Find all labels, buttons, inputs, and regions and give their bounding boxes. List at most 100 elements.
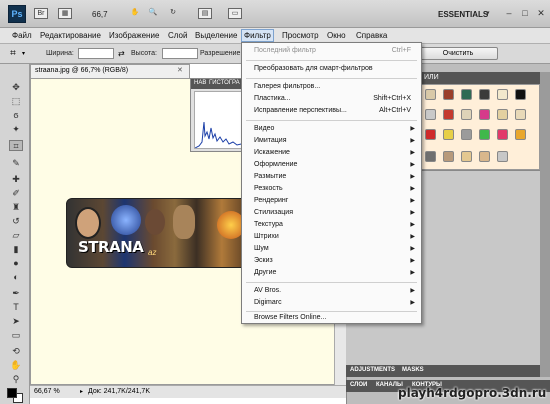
- 3d-rotate-tool-icon[interactable]: ⟲: [9, 346, 23, 357]
- crop-tool-button-icon[interactable]: ⌗: [9, 140, 23, 151]
- eraser-tool-icon[interactable]: ▱: [9, 230, 23, 241]
- zoom-tool-button-icon[interactable]: ⚲: [9, 374, 23, 385]
- menu-item-blur[interactable]: Размытие ▶: [242, 171, 421, 183]
- brush-tool-icon[interactable]: ✐: [9, 188, 23, 199]
- style-swatch[interactable]: [479, 151, 490, 162]
- menu-item-render[interactable]: Рендеринг ▶: [242, 195, 421, 207]
- history-brush-tool-icon[interactable]: ↺: [9, 216, 23, 227]
- menu-window[interactable]: Окно: [325, 30, 348, 41]
- menu-item-stylize[interactable]: Стилизация ▶: [242, 207, 421, 219]
- rotate-view-icon[interactable]: ↻: [166, 8, 180, 19]
- menu-item-last-filter[interactable]: Последний фильтр Ctrl+F: [242, 45, 421, 57]
- style-swatch[interactable]: [425, 151, 436, 162]
- style-swatch[interactable]: [497, 89, 508, 100]
- menu-image[interactable]: Изображение: [107, 30, 161, 41]
- style-swatch[interactable]: [425, 129, 436, 140]
- height-field[interactable]: [162, 48, 198, 59]
- menu-item-video[interactable]: Видео ▶: [242, 123, 421, 135]
- hand-tool-icon[interactable]: ✋: [128, 8, 142, 19]
- menu-file[interactable]: Файл: [10, 30, 34, 41]
- menu-view[interactable]: Просмотр: [280, 30, 321, 41]
- view-extras-button[interactable]: ▦: [58, 8, 72, 19]
- tab-navigator[interactable]: НАВ: [194, 80, 206, 86]
- style-swatch[interactable]: [515, 129, 526, 140]
- width-field[interactable]: [78, 48, 114, 59]
- tab-histogram[interactable]: ГИСТОГРА: [209, 80, 240, 86]
- clone-stamp-tool-icon[interactable]: ♜: [9, 202, 23, 213]
- style-swatch[interactable]: [425, 89, 436, 100]
- gradient-tool-icon[interactable]: ▮: [9, 244, 23, 255]
- shape-tool-icon[interactable]: ▭: [9, 330, 23, 341]
- menu-item-convert-smart-filters[interactable]: Преобразовать для смарт-фильтров: [242, 63, 421, 75]
- blur-tool-icon[interactable]: ●: [9, 258, 23, 269]
- style-swatch[interactable]: [443, 129, 454, 140]
- style-swatch[interactable]: [425, 109, 436, 120]
- workspace-chevron-icon[interactable]: ▾: [486, 9, 490, 17]
- marquee-tool-icon[interactable]: ⬚: [9, 96, 23, 107]
- style-swatch[interactable]: [461, 89, 472, 100]
- tool-preset-chevron-icon[interactable]: ▾: [22, 50, 25, 57]
- style-swatch[interactable]: [515, 89, 526, 100]
- style-swatch[interactable]: [479, 89, 490, 100]
- move-tool-icon[interactable]: ✥: [9, 82, 23, 93]
- clear-button[interactable]: Очистить: [418, 47, 498, 60]
- menu-layer[interactable]: Слой: [166, 30, 189, 41]
- workspace-switcher[interactable]: ESSENTIALS: [438, 10, 488, 19]
- healing-brush-tool-icon[interactable]: ✚: [9, 174, 23, 185]
- hand-tool-button-icon[interactable]: ✋: [9, 360, 23, 371]
- menu-item-strokes[interactable]: Штрихи ▶: [242, 231, 421, 243]
- menu-item-other[interactable]: Другие ▶: [242, 267, 421, 279]
- minimize-icon[interactable]: –: [502, 6, 516, 20]
- bridge-button[interactable]: Br: [34, 8, 48, 19]
- status-zoom[interactable]: 66,67 %: [34, 388, 60, 395]
- menu-item-digimarc[interactable]: Digimarc ▶: [242, 297, 421, 309]
- tab-styles[interactable]: ИЛИ: [424, 74, 439, 81]
- style-swatch[interactable]: [479, 109, 490, 120]
- lasso-tool-icon[interactable]: ϭ: [9, 110, 23, 121]
- menu-item-av-bros[interactable]: AV Bros. ▶: [242, 285, 421, 297]
- style-swatch[interactable]: [461, 151, 472, 162]
- magic-wand-tool-icon[interactable]: ✦: [9, 124, 23, 135]
- style-swatch[interactable]: [443, 109, 454, 120]
- zoom-tool-icon[interactable]: 🔍: [146, 8, 160, 19]
- menu-item-noise[interactable]: Шум ▶: [242, 243, 421, 255]
- close-icon[interactable]: ✕: [534, 6, 548, 20]
- tab-layers[interactable]: СЛОИ: [350, 382, 367, 388]
- menu-item-brush-strokes[interactable]: Оформление ▶: [242, 159, 421, 171]
- screen-mode-button[interactable]: ▭: [228, 8, 242, 19]
- style-swatch[interactable]: [497, 151, 508, 162]
- maximize-icon[interactable]: □: [518, 6, 532, 20]
- document-tab[interactable]: straana.jpg @ 66,7% (RGB/8): [30, 64, 190, 78]
- menu-item-distort[interactable]: Искажение ▶: [242, 147, 421, 159]
- status-arrow-icon[interactable]: ▸: [80, 388, 83, 395]
- menu-item-sharpen[interactable]: Резкость ▶: [242, 183, 421, 195]
- eyedropper-tool-icon[interactable]: ✎: [9, 158, 23, 169]
- foreground-color-swatch[interactable]: [7, 388, 17, 398]
- tab-masks[interactable]: MASKS: [402, 367, 424, 373]
- menu-filter[interactable]: Фильтр: [241, 29, 274, 42]
- menu-item-browse-filters-online[interactable]: Browse Filters Online...: [242, 312, 421, 324]
- menu-item-artistic[interactable]: Имитация ▶: [242, 135, 421, 147]
- pen-tool-icon[interactable]: ✒: [9, 288, 23, 299]
- style-swatch[interactable]: [461, 129, 472, 140]
- style-swatch[interactable]: [497, 129, 508, 140]
- menu-help[interactable]: Справка: [354, 30, 389, 41]
- zoom-level[interactable]: 66,7: [92, 10, 108, 19]
- style-swatch[interactable]: [443, 151, 454, 162]
- menu-edit[interactable]: Редактирование: [38, 30, 103, 41]
- style-swatch[interactable]: [497, 109, 508, 120]
- path-selection-tool-icon[interactable]: ➤: [9, 316, 23, 327]
- style-swatch[interactable]: [461, 109, 472, 120]
- style-swatch[interactable]: [515, 109, 526, 120]
- document-close-icon[interactable]: ✕: [177, 66, 183, 74]
- crop-tool-icon[interactable]: ⌗: [6, 48, 20, 60]
- menu-item-texture[interactable]: Текстура ▶: [242, 219, 421, 231]
- tab-adjustments[interactable]: ADJUSTMENTS: [350, 367, 395, 373]
- style-swatch[interactable]: [479, 129, 490, 140]
- style-swatch[interactable]: [443, 89, 454, 100]
- menu-item-sketch[interactable]: Эскиз ▶: [242, 255, 421, 267]
- menu-item-filter-gallery[interactable]: Галерея фильтров...: [242, 81, 421, 93]
- dodge-tool-icon[interactable]: ◐: [9, 272, 23, 283]
- arrange-documents-button[interactable]: ▤: [198, 8, 212, 19]
- menu-select[interactable]: Выделение: [193, 30, 239, 41]
